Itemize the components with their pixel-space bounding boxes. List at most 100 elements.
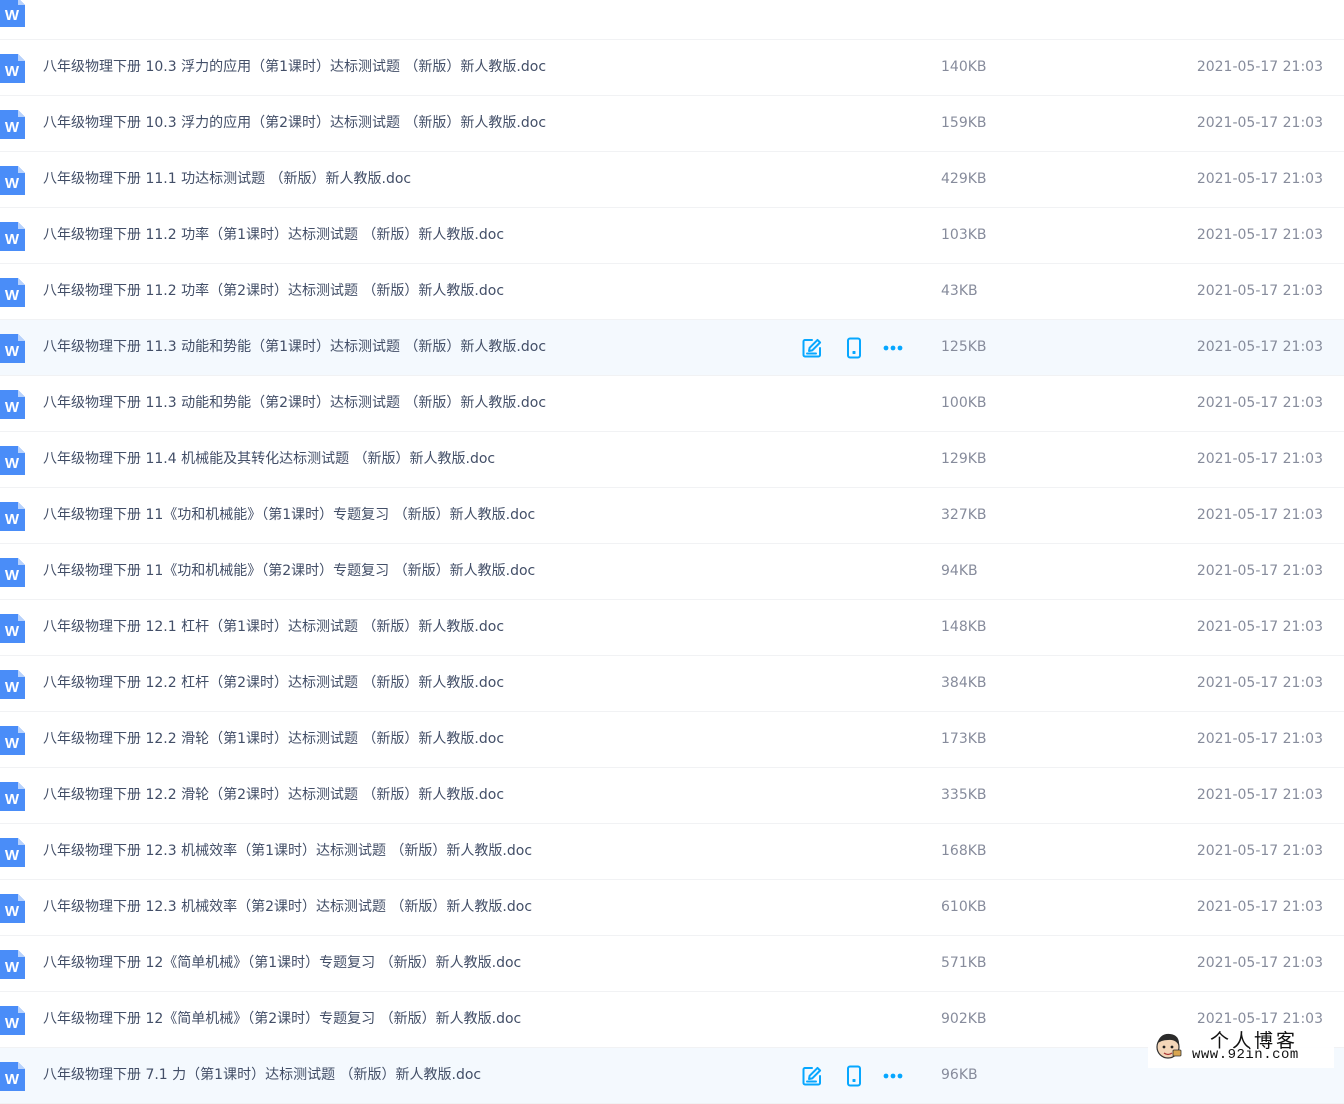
file-name[interactable]: 八年级物理下册 12《简单机械》（第1课时）专题复习 （新版）新人教版.doc — [43, 936, 521, 991]
file-name[interactable]: 八年级物理下册 11.4 机械能及其转化达标测试题 （新版）新人教版.doc — [43, 432, 495, 487]
word-doc-icon: W — [0, 726, 25, 755]
svg-text:W: W — [5, 7, 20, 24]
file-row[interactable]: W — [0, 0, 1344, 40]
svg-text:W: W — [5, 791, 20, 808]
file-name[interactable]: 八年级物理下册 7.1 力（第1课时）达标测试题 （新版）新人教版.doc — [43, 1048, 481, 1103]
word-doc-icon: W — [0, 670, 25, 699]
file-row[interactable]: W 八年级物理下册 11.4 机械能及其转化达标测试题 （新版）新人教版.doc 1… — [0, 432, 1344, 488]
word-doc-icon: W — [0, 166, 25, 195]
file-name[interactable]: 八年级物理下册 12.2 滑轮（第2课时）达标测试题 （新版）新人教版.doc — [43, 768, 504, 823]
file-size: 103KB — [941, 227, 987, 243]
file-row[interactable]: W 八年级物理下册 12.2 滑轮（第1课时）达标测试题 （新版）新人教版.doc… — [0, 712, 1344, 768]
file-name[interactable]: 八年级物理下册 11.2 功率（第1课时）达标测试题 （新版）新人教版.doc — [43, 208, 504, 263]
file-row[interactable]: W 八年级物理下册 11.3 动能和势能（第2课时）达标测试题 （新版）新人教版.… — [0, 376, 1344, 432]
file-row[interactable]: W 八年级物理下册 11《功和机械能》（第1课时）专题复习 （新版）新人教版.do… — [0, 488, 1344, 544]
file-size: 168KB — [941, 843, 987, 859]
phone-icon[interactable] — [843, 1065, 865, 1087]
file-name[interactable]: 八年级物理下册 12.3 机械效率（第1课时）达标测试题 （新版）新人教版.do… — [43, 824, 532, 879]
file-name[interactable]: 八年级物理下册 10.3 浮力的应用（第2课时）达标测试题 （新版）新人教版.d… — [43, 96, 546, 151]
file-row[interactable]: W 八年级物理下册 11《功和机械能》（第2课时）专题复习 （新版）新人教版.do… — [0, 544, 1344, 600]
file-size: 571KB — [941, 955, 987, 971]
svg-text:W: W — [5, 455, 20, 472]
file-row[interactable]: W 八年级物理下册 10.3 浮力的应用（第2课时）达标测试题 （新版）新人教版.… — [0, 96, 1344, 152]
file-row[interactable]: W 八年级物理下册 11.3 动能和势能（第1课时）达标测试题 （新版）新人教版.… — [0, 320, 1344, 376]
more-icon[interactable] — [882, 1065, 904, 1087]
svg-text:W: W — [5, 175, 20, 192]
file-name[interactable]: 八年级物理下册 12《简单机械》（第2课时）专题复习 （新版）新人教版.doc — [43, 992, 521, 1047]
avatar-icon — [1156, 1033, 1182, 1059]
file-date: 2021-05-17 21:03 — [1196, 787, 1323, 803]
phone-icon[interactable] — [843, 337, 865, 359]
svg-text:W: W — [5, 567, 20, 584]
file-size: 173KB — [941, 731, 987, 747]
file-date: 2021-05-17 21:03 — [1196, 395, 1323, 411]
file-date: 2021-05-17 21:03 — [1196, 843, 1323, 859]
file-name[interactable]: 八年级物理下册 12.2 杠杆（第2课时）达标测试题 （新版）新人教版.doc — [43, 656, 504, 711]
file-size: 384KB — [941, 675, 987, 691]
file-row[interactable]: W 八年级物理下册 12.1 杠杆（第1课时）达标测试题 （新版）新人教版.doc… — [0, 600, 1344, 656]
file-size: 159KB — [941, 115, 987, 131]
file-date: 2021-05-17 21:03 — [1196, 171, 1323, 187]
file-name[interactable]: 八年级物理下册 11.2 功率（第2课时）达标测试题 （新版）新人教版.doc — [43, 264, 504, 319]
file-name[interactable]: 八年级物理下册 12.1 杠杆（第1课时）达标测试题 （新版）新人教版.doc — [43, 600, 504, 655]
word-doc-icon: W — [0, 1006, 25, 1035]
svg-text:W: W — [5, 1071, 20, 1088]
file-row[interactable]: W 八年级物理下册 11.2 功率（第1课时）达标测试题 （新版）新人教版.doc… — [0, 208, 1344, 264]
file-row[interactable]: W 八年级物理下册 12.3 机械效率（第1课时）达标测试题 （新版）新人教版.d… — [0, 824, 1344, 880]
word-doc-icon: W — [0, 390, 25, 419]
file-row[interactable]: W 八年级物理下册 11.2 功率（第2课时）达标测试题 （新版）新人教版.doc… — [0, 264, 1344, 320]
file-name[interactable]: 八年级物理下册 11.3 动能和势能（第2课时）达标测试题 （新版）新人教版.d… — [43, 376, 546, 431]
word-doc-icon: W — [0, 110, 25, 139]
word-doc-icon: W — [0, 950, 25, 979]
file-size: 129KB — [941, 451, 987, 467]
file-size: 610KB — [941, 899, 987, 915]
svg-text:W: W — [5, 903, 20, 920]
svg-text:W: W — [5, 231, 20, 248]
file-name[interactable]: 八年级物理下册 11.1 功达标测试题 （新版）新人教版.doc — [43, 152, 411, 207]
more-icon[interactable] — [882, 337, 904, 359]
word-doc-icon: W — [0, 334, 25, 363]
word-doc-icon: W — [0, 0, 25, 27]
word-doc-icon: W — [0, 222, 25, 251]
file-date: 2021-05-17 21:03 — [1196, 339, 1323, 355]
word-doc-icon: W — [0, 894, 25, 923]
file-row[interactable]: W 八年级物理下册 10.3 浮力的应用（第1课时）达标测试题 （新版）新人教版.… — [0, 40, 1344, 96]
word-doc-icon: W — [0, 278, 25, 307]
word-doc-icon: W — [0, 558, 25, 587]
file-size: 335KB — [941, 787, 987, 803]
word-doc-icon: W — [0, 54, 25, 83]
file-row[interactable]: W 八年级物理下册 12.2 杠杆（第2课时）达标测试题 （新版）新人教版.doc… — [0, 656, 1344, 712]
file-row[interactable]: W 八年级物理下册 12.2 滑轮（第2课时）达标测试题 （新版）新人教版.doc… — [0, 768, 1344, 824]
svg-text:W: W — [5, 623, 20, 640]
file-row[interactable]: W 八年级物理下册 7.1 力（第1课时）达标测试题 （新版）新人教版.doc 96… — [0, 1048, 1344, 1104]
file-name[interactable]: 八年级物理下册 11.3 动能和势能（第1课时）达标测试题 （新版）新人教版.d… — [43, 320, 546, 375]
svg-text:W: W — [5, 679, 20, 696]
edit-icon[interactable] — [801, 1065, 823, 1087]
file-row[interactable]: W 八年级物理下册 12《简单机械》（第2课时）专题复习 （新版）新人教版.doc… — [0, 992, 1344, 1048]
svg-text:W: W — [5, 959, 20, 976]
file-name[interactable]: 八年级物理下册 11《功和机械能》（第1课时）专题复习 （新版）新人教版.doc — [43, 488, 535, 543]
file-row[interactable]: W 八年级物理下册 11.1 功达标测试题 （新版）新人教版.doc 429KB 20… — [0, 152, 1344, 208]
file-date: 2021-05-17 21:03 — [1196, 955, 1323, 971]
file-date: 2021-05-17 21:03 — [1196, 563, 1323, 579]
file-size: 96KB — [941, 1067, 978, 1083]
file-date: 2021-05-17 21:03 — [1196, 899, 1323, 915]
word-doc-icon: W — [0, 446, 25, 475]
file-name[interactable]: 八年级物理下册 10.3 浮力的应用（第1课时）达标测试题 （新版）新人教版.d… — [43, 40, 546, 95]
word-doc-icon: W — [0, 782, 25, 811]
svg-text:W: W — [5, 119, 20, 136]
svg-text:W: W — [5, 1015, 20, 1032]
file-name[interactable]: 八年级物理下册 11《功和机械能》（第2课时）专题复习 （新版）新人教版.doc — [43, 544, 535, 599]
file-row[interactable]: W 八年级物理下册 12.3 机械效率（第2课时）达标测试题 （新版）新人教版.d… — [0, 880, 1344, 936]
word-doc-icon: W — [0, 502, 25, 531]
edit-icon[interactable] — [801, 337, 823, 359]
svg-text:W: W — [5, 511, 20, 528]
svg-text:W: W — [5, 735, 20, 752]
file-date: 2021-05-17 21:03 — [1196, 227, 1323, 243]
file-date: 2021-05-17 21:03 — [1196, 731, 1323, 747]
file-row[interactable]: W 八年级物理下册 12《简单机械》（第1课时）专题复习 （新版）新人教版.doc… — [0, 936, 1344, 992]
file-name[interactable]: 八年级物理下册 12.3 机械效率（第2课时）达标测试题 （新版）新人教版.do… — [43, 880, 532, 935]
file-size: 43KB — [941, 283, 978, 299]
file-date: 2021-05-17 21:03 — [1196, 619, 1323, 635]
file-name[interactable]: 八年级物理下册 12.2 滑轮（第1课时）达标测试题 （新版）新人教版.doc — [43, 712, 504, 767]
